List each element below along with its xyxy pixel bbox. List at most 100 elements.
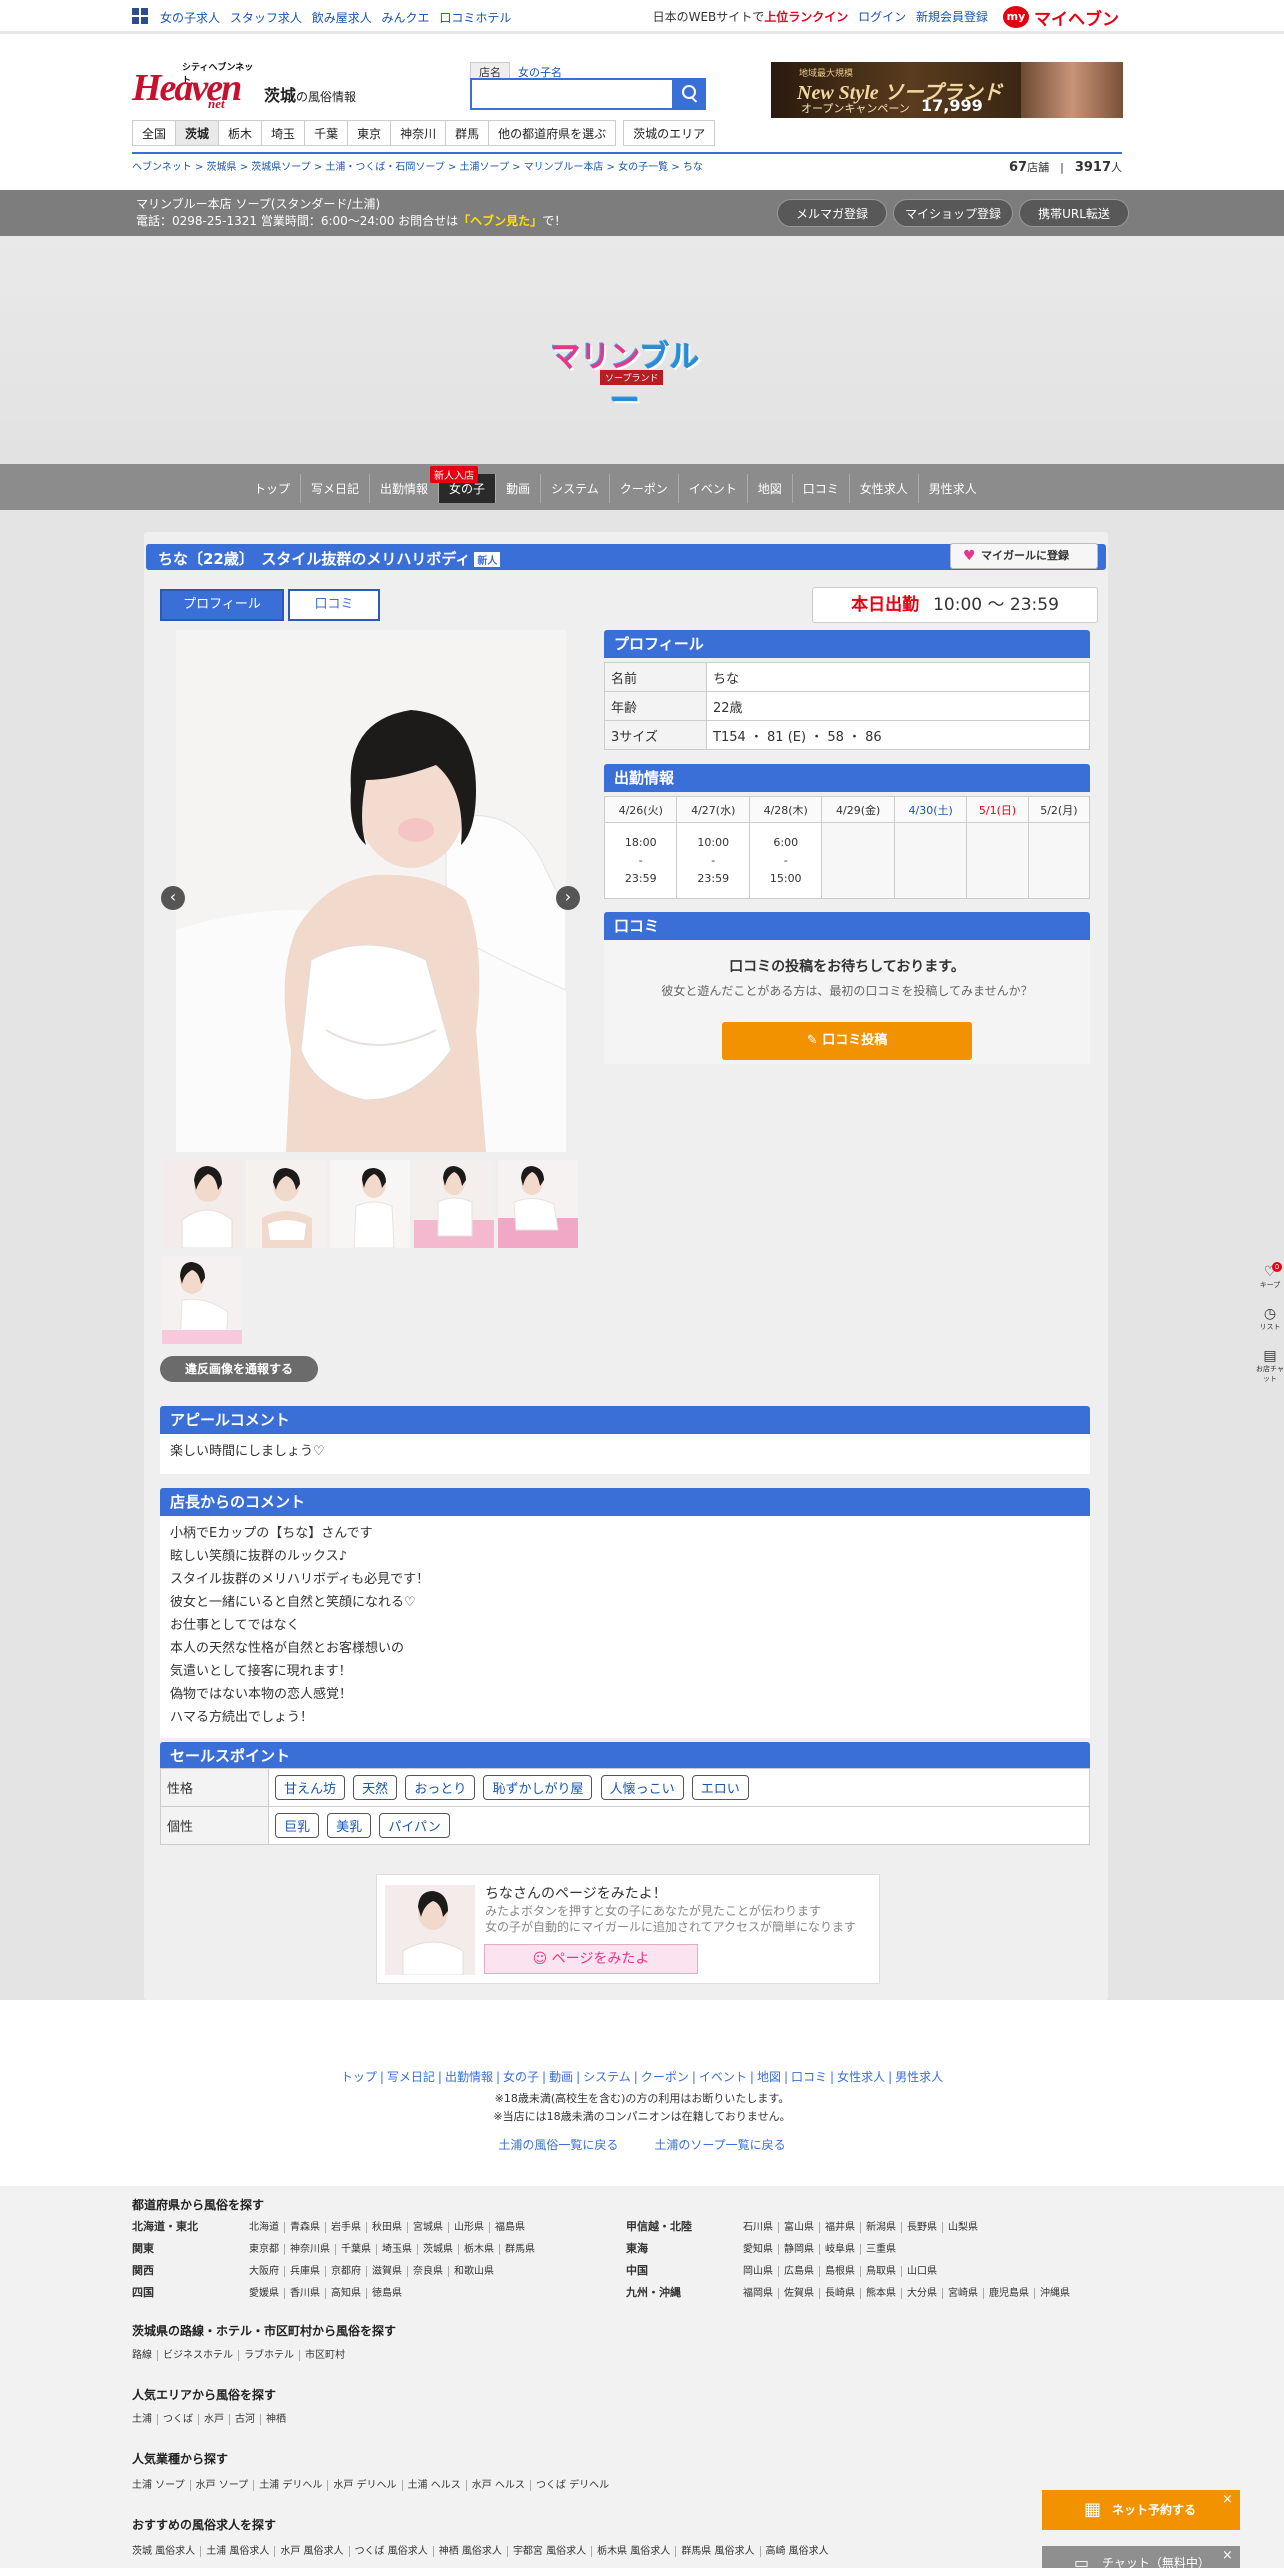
report-image-button[interactable]: 違反画像を通報する: [160, 1356, 318, 1382]
line-link[interactable]: ビジネスホテル: [158, 2350, 239, 2361]
photo-thumbnail[interactable]: [162, 1160, 242, 1248]
area-link[interactable]: つくば: [158, 2414, 199, 2425]
pref-link[interactable]: 東京都: [244, 2244, 285, 2255]
pref-nav-item[interactable]: 群馬: [445, 120, 490, 146]
ad-banner[interactable]: 地域最大規模 New Style ソープランド オープンキャンペーン 17,99…: [771, 62, 1123, 118]
search-icon[interactable]: [674, 78, 706, 110]
photo-thumbnail[interactable]: [246, 1160, 326, 1248]
recruit-link[interactable]: 高崎 風俗求人: [761, 2546, 834, 2557]
footer-nav-item[interactable]: 出勤情報: [442, 2070, 496, 2084]
recruit-link[interactable]: 神栖 風俗求人: [433, 2546, 508, 2557]
pref-link[interactable]: 香川県: [285, 2288, 326, 2299]
tab-profile[interactable]: プロフィール: [160, 589, 284, 621]
sales-tag[interactable]: 美乳: [327, 1813, 372, 1838]
recruit-link[interactable]: 群馬県 風俗求人: [676, 2546, 761, 2557]
pref-link[interactable]: 新潟県: [861, 2222, 902, 2233]
pref-link[interactable]: 山口県: [902, 2266, 942, 2277]
pref-link[interactable]: 山梨県: [943, 2222, 983, 2233]
pref-link[interactable]: 北海道: [244, 2222, 285, 2233]
mailmag-button[interactable]: メルマガ登録: [777, 199, 887, 227]
footer-nav-item[interactable]: システム: [580, 2070, 634, 2084]
pref-link[interactable]: 京都府: [326, 2266, 367, 2277]
pref-link[interactable]: 茨城県: [418, 2244, 459, 2255]
sales-tag[interactable]: おっとり: [405, 1775, 476, 1800]
pref-link[interactable]: 熊本県: [861, 2288, 902, 2299]
my-heaven-badge-icon[interactable]: my: [1003, 6, 1029, 28]
pref-nav-item[interactable]: 埼玉: [261, 120, 306, 146]
type-link[interactable]: つくば デリヘル: [531, 2480, 614, 2491]
photo-thumbnail[interactable]: [414, 1160, 494, 1248]
pref-link[interactable]: 岐阜県: [820, 2244, 861, 2255]
pref-link[interactable]: 滋賀県: [367, 2266, 408, 2277]
shop-nav-schedule[interactable]: 出勤情報: [370, 474, 440, 503]
pref-link[interactable]: 島根県: [820, 2266, 861, 2277]
area-link[interactable]: 水戸: [199, 2414, 230, 2425]
type-link[interactable]: 土浦 デリヘル: [254, 2480, 329, 2491]
type-link[interactable]: 水戸 ソープ: [190, 2480, 255, 2491]
sales-tag[interactable]: 天然: [353, 1775, 398, 1800]
pref-link[interactable]: 山形県: [449, 2222, 490, 2233]
pref-nav-item[interactable]: 千葉: [304, 120, 349, 146]
pref-link[interactable]: 神奈川県: [285, 2244, 336, 2255]
line-link[interactable]: 路線: [132, 2350, 158, 2361]
footer-nav-item[interactable]: 女性求人: [834, 2070, 888, 2084]
shop-nav-event[interactable]: イベント: [679, 474, 748, 503]
post-review-button[interactable]: ✎ 口コミ投稿: [722, 1022, 972, 1060]
pref-link[interactable]: 秋田県: [367, 2222, 408, 2233]
recruit-link[interactable]: 宇都宮 風俗求人: [507, 2546, 593, 2557]
shop-nav-map[interactable]: 地図: [748, 474, 793, 503]
photo-thumbnail[interactable]: [162, 1256, 242, 1344]
recruit-link[interactable]: 水戸 風俗求人: [275, 2546, 350, 2557]
shop-logo[interactable]: マリンブルー ソープランド: [540, 332, 710, 419]
footer-nav-item[interactable]: 写メ日記: [384, 2070, 438, 2084]
line-link[interactable]: 市区町村: [300, 2350, 350, 2361]
footer-nav-item[interactable]: 女の子: [500, 2070, 542, 2084]
recruit-link[interactable]: 土浦 風俗求人: [201, 2546, 276, 2557]
photo-prev-icon[interactable]: ‹: [161, 886, 185, 910]
sales-tag[interactable]: 恥ずかしがり屋: [483, 1775, 593, 1800]
type-link[interactable]: 土浦 ソープ: [132, 2480, 191, 2491]
pref-link[interactable]: 青森県: [285, 2222, 326, 2233]
pref-link[interactable]: 千葉県: [336, 2244, 377, 2255]
footer-nav-item[interactable]: イベント: [696, 2070, 750, 2084]
shop-nav-system[interactable]: システム: [541, 474, 610, 503]
history-widget[interactable]: ◷ リスト: [1256, 1306, 1284, 1332]
shop-nav-review[interactable]: 口コミ: [793, 474, 850, 503]
breadcrumb[interactable]: ヘブンネット > 茨城県 > 茨城県ソープ > 土浦・つくば・石岡ソープ > 土…: [132, 158, 703, 173]
recruit-link[interactable]: 茨城 風俗求人: [132, 2546, 202, 2557]
pref-nav-item[interactable]: 東京: [347, 120, 392, 146]
top-link[interactable]: 女の子求人: [160, 11, 220, 25]
sales-tag[interactable]: エロい: [691, 1775, 749, 1800]
pref-link[interactable]: 鳥取県: [861, 2266, 902, 2277]
sales-tag[interactable]: 甘えん坊: [275, 1775, 346, 1800]
pref-link[interactable]: 鹿児島県: [984, 2288, 1035, 2299]
pref-link[interactable]: 宮崎県: [943, 2288, 984, 2299]
net-reserve-button[interactable]: ▦ ネット予約する: [1042, 2490, 1240, 2530]
pref-link[interactable]: 福岡県: [738, 2288, 779, 2299]
photo-thumbnail[interactable]: [330, 1160, 410, 1248]
pref-link[interactable]: 福井県: [820, 2222, 861, 2233]
pref-link[interactable]: 長崎県: [820, 2288, 861, 2299]
shop-nav-female-jobs[interactable]: 女性求人: [850, 474, 919, 503]
pref-link[interactable]: 佐賀県: [779, 2288, 820, 2299]
area-link[interactable]: 土浦: [132, 2414, 158, 2425]
pref-link[interactable]: 愛媛県: [244, 2288, 285, 2299]
pref-link[interactable]: 福島県: [490, 2222, 530, 2233]
shop-nav-video[interactable]: 動画: [496, 474, 542, 503]
pref-link[interactable]: 群馬県: [500, 2244, 540, 2255]
footer-nav-item[interactable]: 男性求人: [892, 2070, 946, 2084]
type-link[interactable]: 土浦 ヘルス: [402, 2480, 467, 2491]
sales-tag[interactable]: パイパン: [379, 1813, 450, 1838]
area-button[interactable]: 茨城のエリア: [623, 120, 716, 146]
pref-nav-item[interactable]: 神奈川: [390, 120, 447, 146]
pref-link[interactable]: 静岡県: [779, 2244, 820, 2255]
type-link[interactable]: 水戸 ヘルス: [466, 2480, 531, 2491]
login-link[interactable]: ログイン: [858, 10, 906, 24]
pref-nav-item[interactable]: 全国: [132, 120, 177, 146]
shop-nav-male-jobs[interactable]: 男性求人: [919, 474, 987, 503]
chat-widget[interactable]: ▤ お店チャット: [1256, 1348, 1284, 1384]
shop-nav-diary[interactable]: 写メ日記: [301, 474, 371, 503]
close-icon[interactable]: ×: [1222, 2492, 1233, 2507]
chat-bar[interactable]: ▭ チャット（無料中）: [1042, 2546, 1240, 2568]
shop-nav-coupon[interactable]: クーポン: [610, 474, 679, 503]
